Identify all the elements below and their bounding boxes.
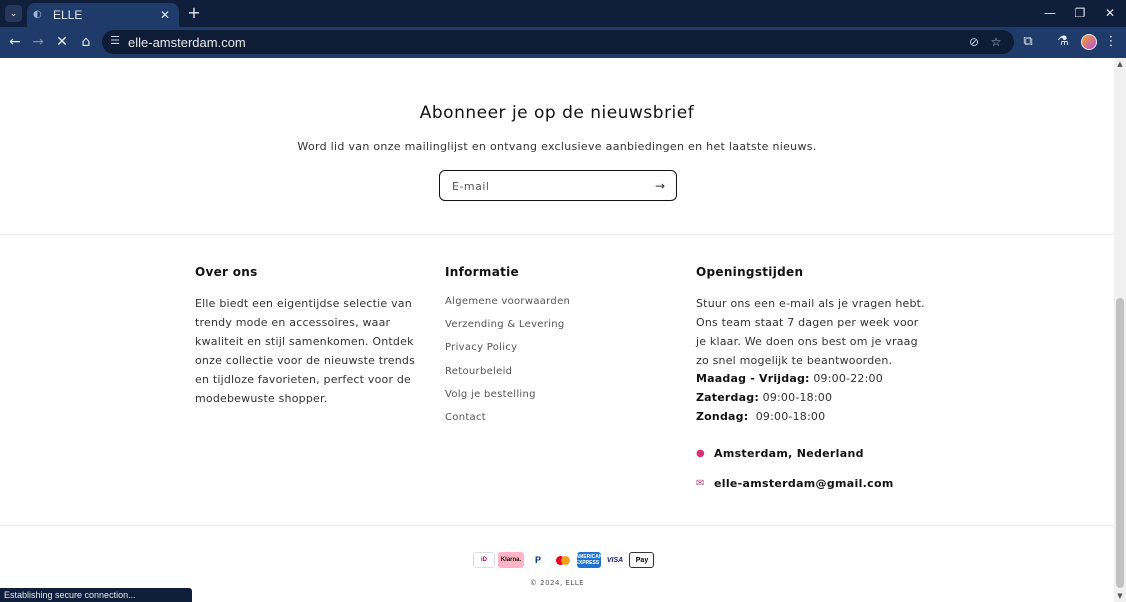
- hours-day-label: Zondag:: [696, 410, 749, 423]
- home-icon[interactable]: ⌂: [77, 33, 95, 51]
- footer-divider: [0, 525, 1114, 526]
- labs-flask-icon[interactable]: ⚗: [1054, 33, 1072, 51]
- tracking-protection-icon[interactable]: ⊘: [966, 34, 982, 50]
- url-text[interactable]: elle-amsterdam.com: [128, 35, 246, 50]
- hours-sunday: Zondag: 09:00-18:00: [696, 410, 825, 423]
- link-shipping[interactable]: Verzending & Levering: [445, 319, 570, 342]
- back-arrow-icon[interactable]: ←: [6, 33, 24, 51]
- page-scrollbar[interactable]: ▲ ▼: [1114, 58, 1126, 602]
- forward-arrow-icon[interactable]: →: [29, 33, 47, 51]
- bookmark-star-icon[interactable]: ☆: [988, 34, 1004, 50]
- profile-avatar[interactable]: [1081, 34, 1097, 50]
- tab-search-icon[interactable]: ⌄: [5, 5, 22, 22]
- email-text[interactable]: elle-amsterdam@gmail.com: [714, 477, 894, 490]
- hours-title: Openingstijden: [696, 265, 804, 279]
- scroll-up-icon[interactable]: ▲: [1116, 60, 1124, 68]
- link-track-order[interactable]: Volg je bestelling: [445, 389, 570, 412]
- browser-tab[interactable]: ◐ ELLE ✕: [27, 3, 179, 27]
- about-title: Over ons: [195, 265, 258, 279]
- web-page: Abonneer je op de nieuwsbrief Word lid v…: [0, 58, 1114, 602]
- hours-weekdays: Maadag - Vrijdag: 09:00-22:00: [696, 372, 883, 385]
- mastercard-icon: [552, 552, 574, 568]
- newsletter-subtitle: Word lid van onze mailinglijst en ontvan…: [297, 140, 817, 153]
- link-contact[interactable]: Contact: [445, 412, 570, 435]
- extensions-icon[interactable]: ⧉: [1019, 33, 1037, 51]
- restore-icon[interactable]: ❐: [1070, 4, 1090, 22]
- visa-icon: VISA: [604, 552, 626, 568]
- newsletter-title: Abonneer je op de nieuwsbrief: [419, 103, 695, 123]
- mailbox-icon: ✉: [696, 478, 705, 489]
- link-privacy[interactable]: Privacy Policy: [445, 342, 570, 365]
- close-window-icon[interactable]: ✕: [1100, 4, 1120, 22]
- menu-dots-icon[interactable]: ⋮: [1102, 33, 1120, 51]
- scroll-down-icon[interactable]: ▼: [1116, 592, 1124, 600]
- amex-icon: AMERICAN EXPRESS: [575, 552, 603, 568]
- email-line: ✉ elle-amsterdam@gmail.com: [696, 477, 894, 490]
- scroll-thumb[interactable]: [1116, 298, 1124, 588]
- payment-icons: iD Klarna. P AMERICAN EXPRESS VISA Pay: [473, 552, 654, 568]
- hours-time: 09:00-22:00: [809, 372, 883, 385]
- link-returns[interactable]: Retourbeleid: [445, 366, 570, 389]
- status-bar: Establishing secure connection...: [0, 588, 192, 602]
- location-line: ● Amsterdam, Nederland: [696, 447, 864, 460]
- pin-icon: ●: [696, 448, 706, 459]
- hours-saturday: Zaterdag: 09:00-18:00: [696, 391, 832, 404]
- new-tab-icon[interactable]: +: [185, 4, 203, 22]
- copyright: © 2024, ELLE: [529, 579, 585, 587]
- paypal-icon: P: [527, 552, 549, 568]
- submit-arrow-icon[interactable]: →: [652, 178, 668, 194]
- hours-day-label: Zaterdag:: [696, 391, 759, 404]
- info-title: Informatie: [445, 265, 519, 279]
- browser-toolbar: ← → ✕ ⌂ ☰ elle-amsterdam.com ⊘ ☆ ⧉ ⚗ ⋮: [0, 27, 1126, 58]
- email-input[interactable]: [452, 178, 642, 194]
- location-text: Amsterdam, Nederland: [714, 447, 864, 460]
- info-links: Algemene voorwaarden Verzending & Leveri…: [445, 296, 570, 435]
- about-text: Elle biedt een eigentijdse selectie van …: [195, 297, 416, 405]
- section-divider: [0, 234, 1114, 235]
- address-bar[interactable]: ☰ elle-amsterdam.com ⊘ ☆: [102, 30, 1014, 54]
- hours-time: 09:00-18:00: [748, 410, 826, 423]
- link-terms[interactable]: Algemene voorwaarden: [445, 296, 570, 319]
- minimize-icon[interactable]: —: [1040, 4, 1060, 22]
- klarna-icon: Klarna.: [498, 552, 524, 568]
- tab-title: ELLE: [53, 8, 83, 22]
- ideal-icon: iD: [473, 552, 495, 568]
- hours-day-label: Maadag - Vrijdag:: [696, 372, 810, 385]
- hours-intro: Stuur ons een e-mail als je vragen hebt.…: [696, 297, 925, 367]
- tab-close-icon[interactable]: ✕: [157, 7, 173, 23]
- browser-tab-bar: ⌄ ◐ ELLE ✕ + — ❐ ✕: [0, 0, 1126, 27]
- stop-loading-icon[interactable]: ✕: [53, 33, 71, 51]
- tab-favicon-icon: ◐: [33, 9, 42, 20]
- apple-pay-icon: Pay: [629, 552, 654, 568]
- newsletter-form: →: [439, 170, 677, 201]
- hours-time: 09:00-18:00: [758, 391, 833, 404]
- site-info-icon[interactable]: ☰: [110, 34, 124, 48]
